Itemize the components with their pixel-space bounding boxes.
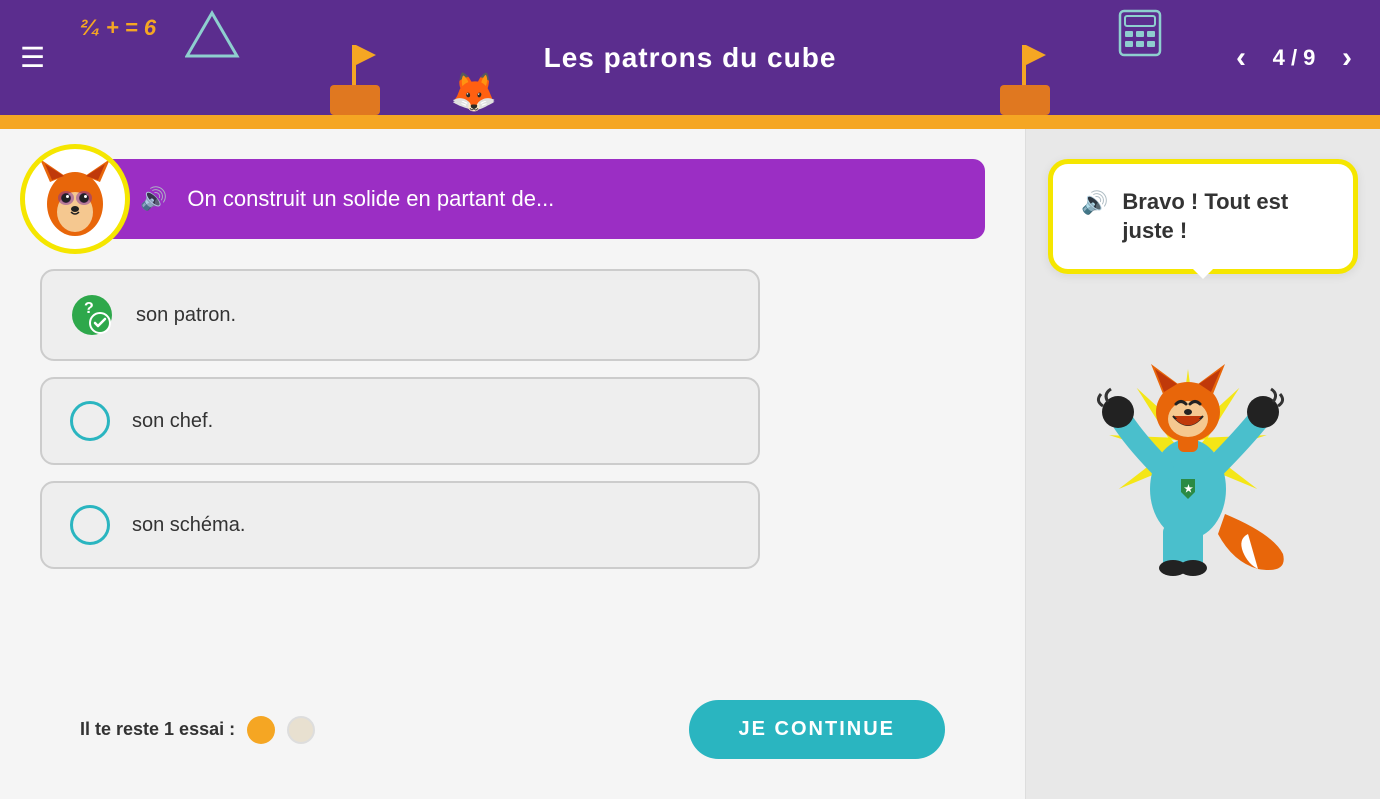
bottom-bar: Il te reste 1 essai : JE CONTINUE [40, 684, 985, 779]
question-banner: 🔊 On construit un solide en partant de..… [40, 159, 985, 239]
question-text: On construit un solide en partant de... [187, 186, 554, 212]
header: ☰ ²⁄₄ + = 6 🦊 [0, 0, 1380, 115]
answer-option-3[interactable]: son schéma. [40, 481, 760, 569]
header-left: ☰ [20, 44, 45, 72]
svg-text:?: ? [84, 300, 94, 317]
answer-option-2[interactable]: son chef. [40, 377, 760, 465]
triangle-deco-icon [185, 8, 240, 63]
answer-1-text: son patron. [136, 304, 236, 327]
character-deco-icon: 🦊 [450, 71, 497, 115]
attempt-dot-2 [287, 716, 315, 744]
flag-right-icon [1000, 35, 1050, 115]
calculator-deco-icon [1115, 8, 1165, 58]
attempt-dot-1 [247, 716, 275, 744]
radio-2-icon [70, 401, 110, 441]
answer-3-text: son schéma. [132, 514, 245, 537]
attempts-label: Il te reste 1 essai : [80, 719, 235, 740]
prev-button[interactable]: ‹ [1228, 36, 1254, 80]
radio-3-icon [70, 505, 110, 545]
next-button[interactable]: › [1334, 36, 1360, 80]
hamburger-icon[interactable]: ☰ [20, 44, 45, 72]
answers-container: ? son patron. son chef. son schéma. [40, 269, 985, 684]
answer-2-text: son chef. [132, 410, 213, 433]
flag-left-icon [330, 35, 380, 115]
deco-math: ²⁄₄ + = 6 [80, 15, 156, 41]
celebrating-fox-icon: ★ [1073, 294, 1333, 594]
feedback-bubble: 🔊 Bravo ! Tout est juste ! [1048, 159, 1358, 274]
progress-bar [0, 115, 1380, 129]
main-content: 🔊 On construit un solide en partant de..… [0, 129, 1380, 799]
svg-text:★: ★ [1184, 484, 1193, 495]
page-counter: 4 / 9 [1264, 45, 1324, 71]
question-sound-icon[interactable]: 🔊 [140, 186, 167, 212]
attempts-section: Il te reste 1 essai : [80, 716, 315, 744]
right-panel: 🔊 Bravo ! Tout est juste ! [1025, 129, 1380, 799]
correct-check-icon: ? [70, 293, 114, 337]
mascot-avatar [20, 144, 130, 254]
fox-mascot-icon [30, 154, 120, 244]
continue-button[interactable]: JE CONTINUE [689, 700, 945, 759]
header-nav: ‹ 4 / 9 › [1228, 36, 1360, 80]
answer-option-1[interactable]: ? son patron. [40, 269, 760, 361]
left-panel: 🔊 On construit un solide en partant de..… [0, 129, 1025, 799]
celebrating-fox: ★ [1073, 294, 1333, 574]
page-title: Les patrons du cube [544, 42, 837, 74]
feedback-sound-icon[interactable]: 🔊 [1081, 190, 1108, 216]
feedback-text: Bravo ! Tout est juste ! [1122, 188, 1288, 245]
